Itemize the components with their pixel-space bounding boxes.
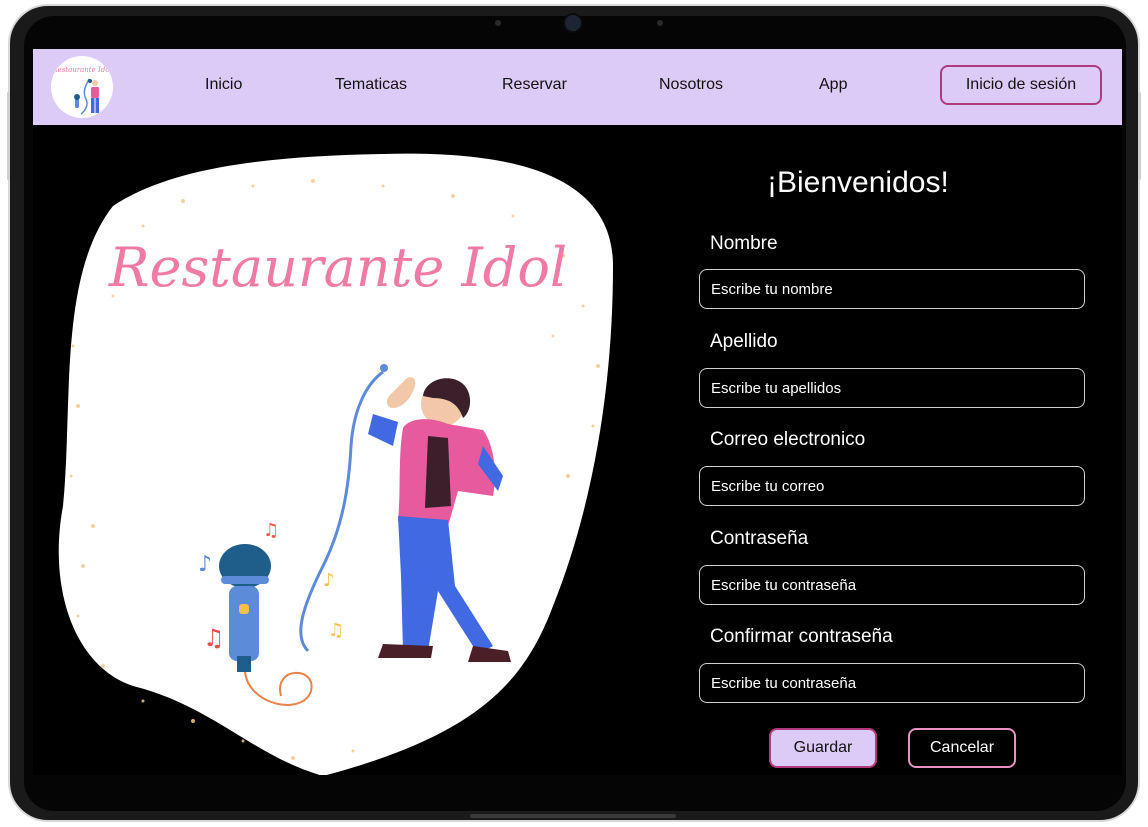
apellido-input[interactable]: Escribe tu apellidos [699,368,1085,408]
svg-text:♫: ♫ [203,624,225,652]
hero-brand-text: Restaurante Idol [108,236,567,299]
form-title: ¡Bienvenidos! [767,166,949,199]
svg-text:♪: ♪ [198,552,212,577]
login-button[interactable]: Inicio de sesión [940,65,1102,105]
cancel-button[interactable]: Cancelar [908,728,1016,768]
contrasena-input[interactable]: Escribe tu contraseña [699,565,1085,605]
nav-link-reservar[interactable]: Reservar [502,76,567,94]
correo-input[interactable]: Escribe tu correo [699,466,1085,506]
side-button [1138,92,1141,180]
logo-text: Restaurante Idol [51,66,111,74]
home-indicator [470,814,676,818]
confirmar-contrasena-input[interactable]: Escribe tu contraseña [699,663,1085,703]
svg-text:♪: ♪ [323,570,335,591]
sensor-dot [495,20,501,26]
nav-link-inicio[interactable]: Inicio [205,76,242,94]
svg-text:♫: ♫ [263,520,279,541]
field-label-contrasena: Contraseña [710,528,809,549]
side-button [7,92,10,180]
nav-link-app[interactable]: App [819,76,847,94]
field-label-correo: Correo electronico [710,429,866,450]
save-button[interactable]: Guardar [769,728,877,768]
nombre-input[interactable]: Escribe tu nombre [699,269,1085,309]
front-camera [563,13,583,33]
logo[interactable]: Restaurante Idol [51,56,113,118]
sensor-dot [657,20,663,26]
field-label-nombre: Nombre [710,233,778,254]
nav-link-tematicas[interactable]: Tematicas [335,76,407,94]
field-label-apellido: Apellido [710,331,778,352]
nav-link-nosotros[interactable]: Nosotros [659,76,723,94]
svg-text:♫: ♫ [328,620,344,641]
logo-illustration: Restaurante Idol [51,57,112,117]
field-label-confirmar-contrasena: Confirmar contraseña [710,626,893,647]
hero-illustration: Restaurante Idol ♪ ♫ ♫ ♪ ♫ [58,153,613,775]
top-navbar: Restaurante Idol Inicio Tematicas Reserv… [33,49,1122,125]
